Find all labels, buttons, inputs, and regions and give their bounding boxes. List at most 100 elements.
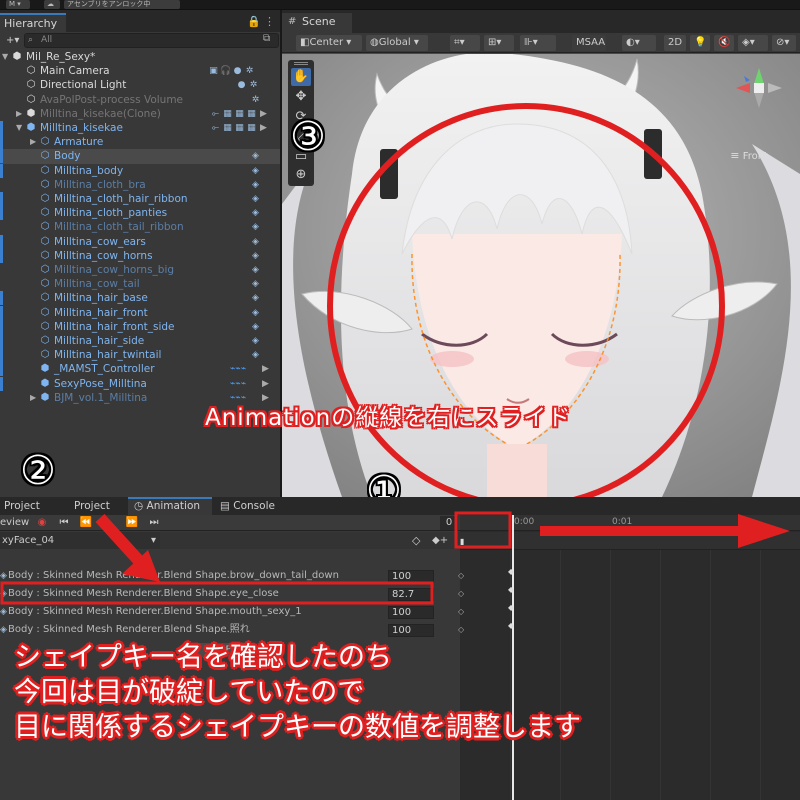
hierarchy-item[interactable]: ⬡ AvaPolPost-process Volume ✲ <box>0 93 280 107</box>
hierarchy-item[interactable]: ⬡ Milltina_hair_twintail ◈ <box>0 348 280 363</box>
hierarchy-item-label: Mil_Re_Sexy* <box>26 51 96 63</box>
drag-handle-icon[interactable] <box>294 62 308 65</box>
hierarchy-item[interactable]: ⬡ Main Camera ▣ 🎧 ● ✲ <box>0 64 280 78</box>
hierarchy-item[interactable]: ⬡ Directional Light ● ✲ <box>0 78 280 92</box>
script-icon: ▦ <box>235 123 244 133</box>
assembly-status-button[interactable]: アセンブリをアンロック中 <box>64 0 180 9</box>
preview-button[interactable]: eview <box>0 515 30 531</box>
frame-field[interactable]: 0 <box>440 516 458 530</box>
tab-console[interactable]: ▤ Console <box>220 497 290 515</box>
play-button-icon[interactable]: ▶ <box>100 515 116 531</box>
property-value-field[interactable]: 82.7 <box>388 588 434 601</box>
hierarchy-item[interactable]: ⬢ _MAMST_Controller ⌁⌁⌁ ▶ <box>0 362 280 377</box>
shading-mode-dropdown[interactable]: ◐▾ <box>622 35 656 51</box>
first-key-button-icon[interactable]: ⏮ <box>56 515 72 531</box>
hierarchy-item[interactable]: ⬡ Milltina_hair_front ◈ <box>0 305 280 320</box>
hierarchy-item[interactable]: ⬡ Milltina_cow_tail ◈ <box>0 277 280 291</box>
move-tool-icon[interactable]: ✥ <box>291 88 311 106</box>
animation-property-row[interactable]: ◈ Body : Skinned Mesh Renderer.Blend Shap… <box>0 585 464 603</box>
hierarchy-item[interactable]: ⬡ Milltina_cloth_tail_ribbon ◈ <box>0 220 280 234</box>
property-value-field[interactable]: 100 <box>388 624 434 637</box>
hierarchy-item[interactable]: ⬡ Milltina_cow_ears ◈ <box>0 234 280 249</box>
hierarchy-item[interactable]: ⬡ Milltina_body ◈ <box>0 163 280 178</box>
mesh-renderer-icon: ◈ <box>252 151 259 162</box>
property-value-field[interactable]: 100 <box>388 570 434 583</box>
audio-toggle-icon[interactable]: 🔇 <box>714 35 734 51</box>
hierarchy-item[interactable]: ⬡ Milltina_cloth_hair_ribbon ◈ <box>0 192 280 206</box>
hierarchy-item[interactable]: ⬡ Milltina_hair_front_side ◈ <box>0 319 280 334</box>
keyframe-marker[interactable]: ◆ <box>508 603 514 612</box>
hierarchy-item[interactable]: ⬡ Milltina_hair_base ◈ <box>0 291 280 306</box>
space-dropdown[interactable]: ◍Global ▾ <box>366 35 428 51</box>
timeline-ruler[interactable]: 0:00 0:01 <box>460 515 800 531</box>
layers-visibility-icon[interactable]: ⊘▾ <box>772 35 796 51</box>
pivot-dropdown[interactable]: ◧Center ▾ <box>296 35 362 51</box>
lock-icon[interactable]: 🔒 <box>247 15 261 28</box>
keyframe-marker[interactable]: ◆ <box>508 621 514 630</box>
more-icon: ▶ <box>260 123 267 133</box>
hierarchy-item[interactable]: ⬡ Milltina_hair_side ◈ <box>0 334 280 348</box>
expand-toggle-icon[interactable]: ▶ <box>30 135 36 149</box>
animation-property-row[interactable]: ◈ Body : Skinned Mesh Renderer.Blend Shap… <box>0 621 464 639</box>
keyframe-toggle-icon[interactable]: ◇ <box>458 621 464 639</box>
ruler-button[interactable]: ⊪▾ <box>520 35 556 51</box>
next-key-button-icon[interactable]: ⏩ <box>124 515 140 531</box>
tab-project-1[interactable]: Project <box>4 497 54 515</box>
postfx-icon: ✲ <box>249 80 258 91</box>
keyframe-toggle-icon[interactable]: ◇ <box>458 567 464 585</box>
hierarchy-item[interactable]: ⬡ Milltina_cloth_bra ◈ <box>0 178 280 192</box>
expand-toggle-icon[interactable]: ▼ <box>2 50 8 64</box>
msaa-button[interactable]: MSAA <box>572 35 606 51</box>
event-row <box>460 532 800 549</box>
mesh-renderer-icon: ◈ <box>252 250 259 261</box>
animation-property-row[interactable]: ◈ Body : Skinned Mesh Renderer.Blend Shap… <box>0 603 464 621</box>
clip-dropdown[interactable]: xyFace_04 ▾ <box>0 532 160 549</box>
tab-hierarchy[interactable]: Hierarchy <box>0 13 66 32</box>
keyframe-toggle-icon[interactable]: ◇ <box>458 603 464 621</box>
keyframe-marker-top[interactable]: ▮ <box>460 537 464 546</box>
2d-toggle[interactable]: 2D <box>664 35 686 51</box>
hierarchy-item[interactable]: ⬢ SexyPose_Milltina ⌁⌁⌁ ▶ <box>0 376 280 391</box>
gameobject-icon: ⬡ <box>40 193 50 204</box>
last-key-button-icon[interactable]: ⏭ <box>146 515 162 531</box>
tab-project-2[interactable]: Project <box>62 497 120 515</box>
search-options-icon[interactable]: ⧉ <box>263 33 270 44</box>
tab-scene[interactable]: # Scene <box>282 13 352 33</box>
account-menu[interactable]: M ▾ <box>6 0 30 9</box>
prev-key-button-icon[interactable]: ⏪ <box>78 515 94 531</box>
keyframe-toggle-icon[interactable]: ◇ <box>458 585 464 603</box>
hierarchy-item[interactable]: ⬡ Milltina_cloth_panties ◈ <box>0 206 280 221</box>
hierarchy-item[interactable]: ⬡ Milltina_cow_horns_big ◈ <box>0 263 280 277</box>
animation-property-row[interactable]: ◈ Body : Skinned Mesh Renderer.Blend Shap… <box>0 567 464 585</box>
hierarchy-item-label: Milltina_kisekae <box>40 122 123 134</box>
hierarchy-item[interactable]: ▶ ⬢ Milltina_kisekae(Clone) ⟜ ▦ ▦ ▦ ▶ <box>0 107 280 121</box>
more-options-icon[interactable]: ⋮ <box>264 15 275 28</box>
record-button-icon[interactable]: ◉ <box>34 515 50 531</box>
tab-animation[interactable]: ◷ Animation <box>128 497 212 515</box>
expand-toggle-icon[interactable]: ▼ <box>16 121 22 135</box>
add-event-icon[interactable]: ◆+ <box>432 532 448 549</box>
orientation-gizmo-icon[interactable] <box>724 66 794 156</box>
hierarchy-search-input[interactable]: All <box>24 33 279 48</box>
snap-increment-button[interactable]: ⊞▾ <box>484 35 514 51</box>
hierarchy-item[interactable]: ▼ ⬢ Milltina_kisekae ⟜ ▦ ▦ ▦ ▶ <box>0 121 280 135</box>
hierarchy-item-label: Milltina_hair_twintail <box>54 349 162 362</box>
hierarchy-item[interactable]: ⬡ Milltina_cow_horns ◈ <box>0 248 280 263</box>
keyframe-marker[interactable]: ◆ <box>508 567 514 576</box>
gameobject-icon: ⬡ <box>40 249 50 261</box>
hierarchy-item[interactable]: ⬡ Body ◈ <box>0 149 280 164</box>
grid-snap-button[interactable]: ⌗▾ <box>450 35 480 51</box>
expand-toggle-icon[interactable]: ▶ <box>16 107 22 121</box>
add-object-button[interactable]: +▾ <box>6 33 20 48</box>
add-keyframe-icon[interactable]: ◇ <box>412 532 420 549</box>
property-value-field[interactable]: 100 <box>388 606 434 619</box>
hierarchy-item[interactable]: ▶ ⬡ Armature <box>0 135 280 150</box>
lighting-toggle-icon[interactable]: 💡 <box>690 35 710 51</box>
transform-tool-icon[interactable]: ⊕ <box>291 166 311 184</box>
hand-tool-icon[interactable]: ✋ <box>291 68 311 86</box>
keyframe-marker[interactable]: ◆ <box>508 585 514 594</box>
effects-dropdown-icon[interactable]: ◈▾ <box>738 35 768 51</box>
hierarchy-item[interactable]: ▼ ⬢ Mil_Re_Sexy* <box>0 50 280 64</box>
expand-toggle-icon[interactable]: ▶ <box>30 391 36 405</box>
cloud-button[interactable]: ☁ <box>44 0 60 9</box>
